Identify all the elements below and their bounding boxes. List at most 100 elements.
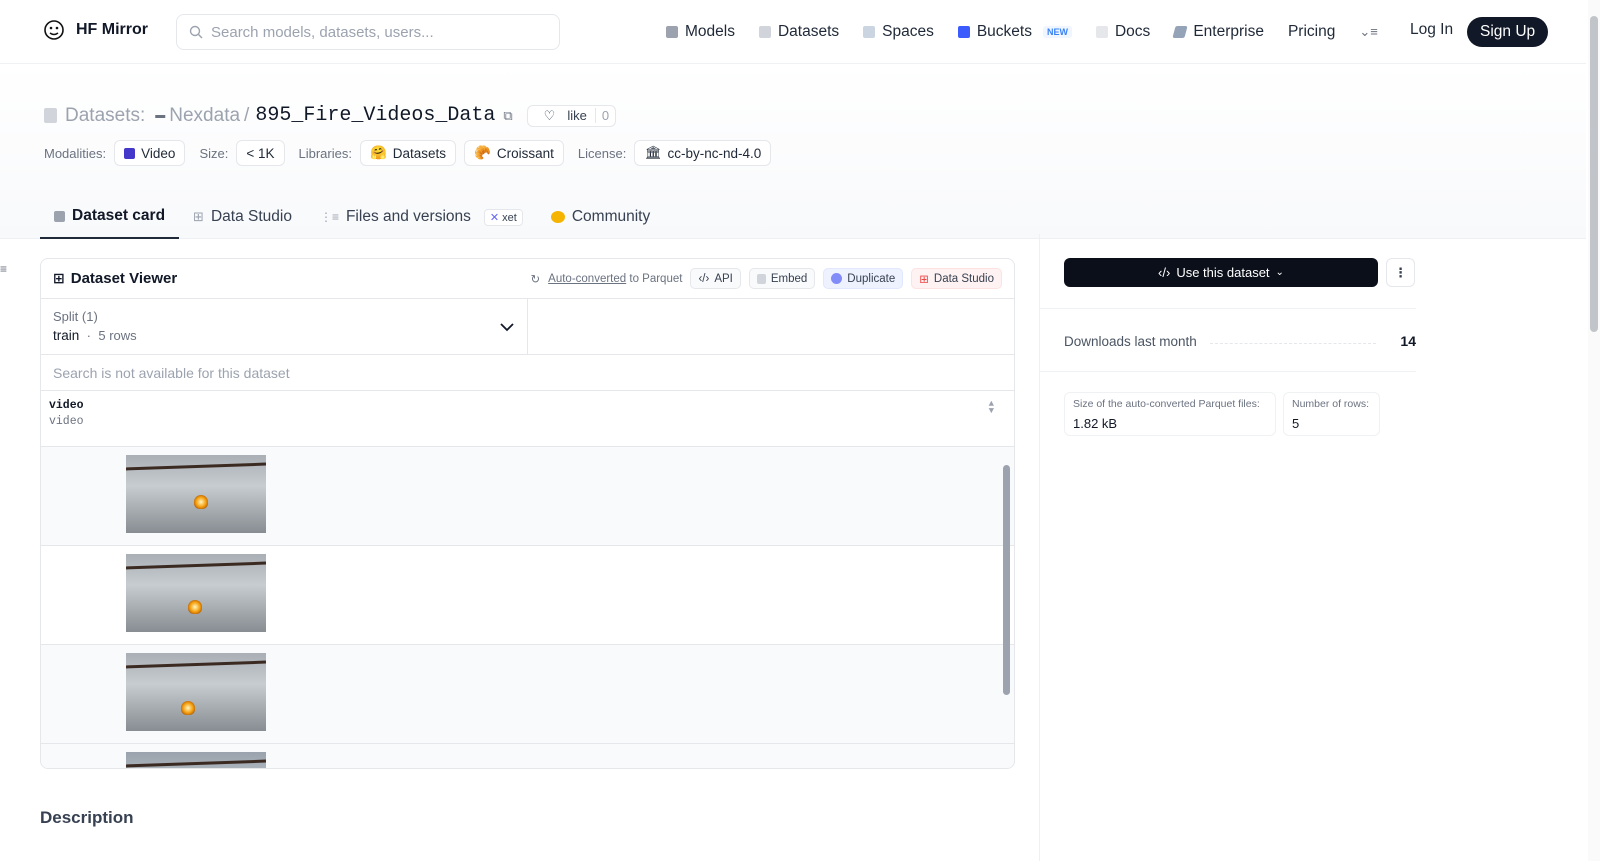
duplicate-icon [831,273,843,284]
library-datasets-tag[interactable]: 🤗 Datasets [359,140,457,166]
more-options-icon[interactable]: ⋮ [1386,258,1415,287]
license-label: License: [577,145,627,161]
row-count-label: Number of rows: [1292,398,1370,410]
split-selector[interactable]: Split (1) train · 5 rows [41,299,528,354]
breadcrumb: Datasets: ▬ Nexdata / 895_Fire_Videos_Da… [44,104,617,127]
duplicate-button[interactable]: Duplicate [823,268,904,289]
croissant-icon: 🥐 [474,145,491,160]
nav-models[interactable]: Models [666,23,735,41]
embed-label: Embed [770,272,808,285]
search-icon [189,25,203,39]
viewer-scroll-thumb[interactable] [1003,465,1010,695]
bank-icon: 🏛 [644,145,662,160]
dataset-icon [44,108,57,123]
page-scroll-thumb[interactable] [1590,16,1598,332]
more-menu-icon[interactable]: ⌄≡ [1359,24,1377,40]
login-link[interactable]: Log In [1410,21,1453,39]
nav-enterprise[interactable]: Enterprise [1172,23,1264,41]
hf-datasets-icon: 🤗 [369,145,387,160]
tab-dataset-card[interactable]: Dataset card [40,195,180,239]
nav-pricing-label: Pricing [1287,23,1336,40]
video-thumbnail[interactable] [126,752,266,768]
breadcrumb-section[interactable]: Datasets: [65,105,145,127]
column-type: video [49,415,84,428]
duplicate-label: Duplicate [847,272,896,285]
size-tag[interactable]: < 1K [236,140,285,166]
tab-community[interactable]: Community [537,195,664,239]
split-name: train [53,328,80,343]
use-dataset-label: Use this dataset [1176,265,1270,280]
video-thumbnail[interactable] [126,554,266,632]
tab-community-label: Community [571,208,651,225]
nav-datasets-label: Datasets [777,23,840,40]
modalities-label: Modalities: [44,145,107,161]
nav-docs[interactable]: Docs [1095,23,1150,41]
fire-image [194,495,208,509]
like-button[interactable]: ♡ like 0 [526,104,617,127]
auto-converted-suffix: to Parquet [629,272,683,285]
brand-logo[interactable]: HF Mirror [42,18,148,42]
downloads-sparkline [1210,343,1376,344]
studio-icon: ⊞ [919,273,929,286]
video-thumbnail[interactable] [126,653,266,731]
nav-buckets-label: Buckets [976,23,1032,40]
like-count: 0 [594,108,615,123]
fire-image [181,701,195,715]
breadcrumb-org[interactable]: Nexdata [169,105,240,127]
size-label: Size: [199,145,229,161]
video-thumbnail[interactable] [126,455,266,533]
search-input[interactable]: Search models, datasets, users... [176,14,560,50]
license-tag[interactable]: 🏛 cc-by-nc-nd-4.0 [634,140,772,166]
split-label: Split (1) [53,309,98,324]
nav-spaces[interactable]: Spaces [863,23,934,41]
data-studio-button[interactable]: ⊞ Data Studio [911,268,1002,289]
nav-buckets[interactable]: Buckets NEW [957,23,1072,41]
signup-button[interactable]: Sign Up [1467,17,1549,47]
heart-icon: ♡ [543,107,556,123]
rows-container [41,447,1014,768]
parquet-size-value: 1.82 kB [1073,416,1118,431]
dataset-name[interactable]: 895_Fire_Videos_Data [255,104,495,127]
chevron-down-icon [500,323,514,332]
dataset-viewer: ⊞ Dataset Viewer ↻ Auto-converted to Parq… [40,258,1015,769]
breadcrumb-separator: / [244,104,250,126]
auto-converted-link[interactable]: Auto-converted [548,273,626,285]
downloads-label: Downloads last month [1064,334,1197,349]
org-avatar-icon: ▬ [155,110,166,121]
nav-enterprise-label: Enterprise [1193,23,1264,40]
copy-icon[interactable]: ⧉ [503,108,512,124]
table-row [41,645,1014,744]
viewer-grid-icon: ⊞ [53,270,65,286]
sort-icon[interactable]: ▲ ▼ [989,400,994,416]
embed-icon [756,273,766,284]
buckets-icon [957,26,970,38]
viewer-scrollbar[interactable] [1001,447,1011,768]
right-sidebar: ‹/› Use this dataset ⌄ ⋮ Downloads last mo… [1039,234,1586,861]
toc-toggle-icon[interactable]: ≡ [0,262,10,276]
table-row [41,744,1014,768]
enterprise-icon [1172,26,1188,38]
tab-files-label: Files and versions [345,208,471,225]
dataset-header: Datasets: ▬ Nexdata / 895_Fire_Videos_Da… [0,64,1586,239]
api-label: API [714,272,733,285]
api-button[interactable]: ‹/› API [690,268,741,289]
nav-datasets[interactable]: Datasets [758,23,840,41]
embed-button[interactable]: Embed [748,268,816,289]
downloads-stat: Downloads last month 14 [1040,308,1416,372]
column-header-video: video video ▲ ▼ [41,391,1014,447]
video-icon [124,147,136,159]
split-dot: · [83,328,95,343]
top-navbar: HF Mirror Search models, datasets, users… [0,0,1586,64]
modality-tag[interactable]: Video [114,140,186,166]
library-croissant-tag[interactable]: 🥐 Croissant [464,140,564,166]
page-scrollbar[interactable] [1588,0,1600,861]
data-studio-label: Data Studio [933,272,994,285]
split-rows: 5 rows [98,328,137,343]
tab-files[interactable]: ⋮≡ Files and versions ✕ xet [306,195,537,239]
nav-pricing[interactable]: Pricing [1288,23,1335,41]
code-icon: ‹/› [1158,265,1171,280]
tab-card-label: Dataset card [72,207,166,224]
fire-image [188,600,202,614]
tab-data-studio[interactable]: ⊞ Data Studio [179,195,306,239]
use-dataset-button[interactable]: ‹/› Use this dataset ⌄ [1064,258,1378,287]
